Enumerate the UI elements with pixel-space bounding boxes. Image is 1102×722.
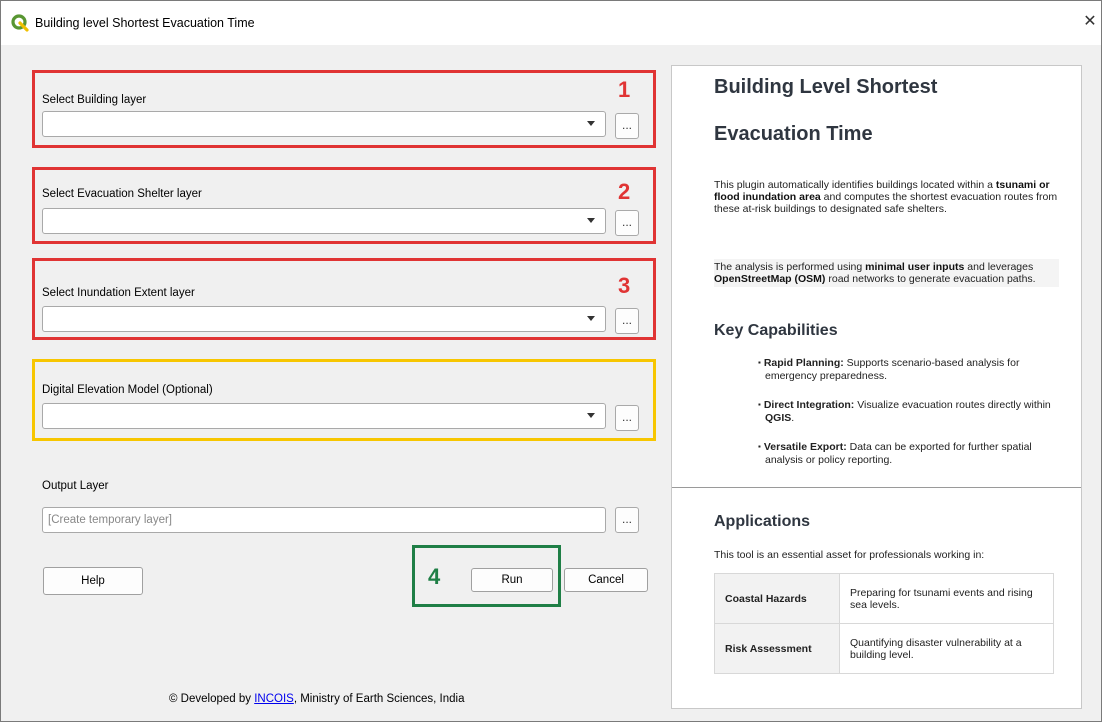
applications-heading: Applications: [714, 513, 811, 530]
analysis-text-3: road networks to generate evacuation pat…: [825, 273, 1036, 285]
table-cell-value: Quantifying disaster vulnerability at a …: [839, 623, 1054, 674]
annotation-box-optional: [32, 359, 656, 441]
intro-text-1: This plugin automatically identifies bui…: [714, 179, 996, 191]
table-row: Risk Assessment Quantifying disaster vul…: [714, 623, 1054, 674]
analysis-text-2: and leverages: [964, 261, 1034, 273]
capability-text: Visualize evacuation routes directly wit…: [854, 399, 1051, 411]
panel-intro: This plugin automatically identifies bui…: [714, 179, 1059, 215]
capability-bold: Direct Integration:: [763, 399, 855, 411]
dialog-window: Building level Shortest Evacuation Time …: [0, 0, 1102, 722]
table-row: Coastal Hazards Preparing for tsunami ev…: [714, 573, 1054, 624]
analysis-bold-1: minimal user inputs: [865, 261, 965, 273]
capability-bold: Rapid Planning:: [763, 357, 844, 369]
table-cell-key: Coastal Hazards: [714, 573, 840, 624]
capability-bold: Versatile Export:: [763, 441, 847, 453]
applications-table: Coastal Hazards Preparing for tsunami ev…: [714, 573, 1054, 674]
panel-analysis: The analysis is performed using minimal …: [714, 259, 1059, 287]
panel-divider: [672, 487, 1081, 488]
close-icon[interactable]: ✕: [1079, 9, 1101, 35]
footer-credit: © Developed by INCOIS, Ministry of Earth…: [169, 693, 464, 705]
annotation-box-2: [32, 167, 656, 244]
capability-item: Versatile Export: Data can be exported f…: [758, 441, 1053, 466]
footer-prefix: © Developed by: [169, 693, 255, 705]
annotation-number-4: 4: [428, 564, 441, 589]
output-browse-button[interactable]: ...: [615, 507, 639, 533]
qgis-logo-icon: [11, 14, 29, 32]
table-cell-value: Preparing for tsunami events and rising …: [839, 573, 1054, 624]
panel-title-line2: Evacuation Time: [714, 123, 873, 145]
annotation-box-3: [32, 258, 656, 340]
info-panel: Building Level Shortest Evacuation Time …: [671, 65, 1082, 709]
output-layer-label: Output Layer: [42, 480, 109, 492]
capability-bold-2: QGIS: [765, 412, 792, 424]
footer-suffix: , Ministry of Earth Sciences, India: [293, 693, 465, 705]
title-bar: Building level Shortest Evacuation Time …: [1, 1, 1101, 45]
annotation-number-1: 1: [618, 77, 631, 102]
output-layer-field[interactable]: [Create temporary layer]: [42, 507, 606, 533]
capability-text-2: .: [791, 412, 795, 424]
cancel-button[interactable]: Cancel: [564, 568, 648, 592]
table-cell-key: Risk Assessment: [714, 623, 840, 674]
capabilities-heading: Key Capabilities: [714, 322, 838, 339]
analysis-text-1: The analysis is performed using: [714, 261, 866, 273]
incois-link[interactable]: INCOIS: [254, 693, 294, 705]
capability-item: Rapid Planning: Supports scenario-based …: [758, 357, 1053, 382]
annotation-number-3: 3: [618, 273, 631, 298]
window-title: Building level Shortest Evacuation Time: [35, 16, 255, 30]
panel-title-line1: Building Level Shortest: [714, 76, 938, 98]
capability-item: Direct Integration: Visualize evacuation…: [758, 399, 1053, 424]
analysis-bold-2: OpenStreetMap (OSM): [714, 273, 826, 285]
help-button[interactable]: Help: [43, 567, 143, 595]
annotation-box-1: [32, 70, 656, 148]
annotation-number-2: 2: [618, 179, 631, 204]
applications-intro: This tool is an essential asset for prof…: [714, 549, 985, 561]
